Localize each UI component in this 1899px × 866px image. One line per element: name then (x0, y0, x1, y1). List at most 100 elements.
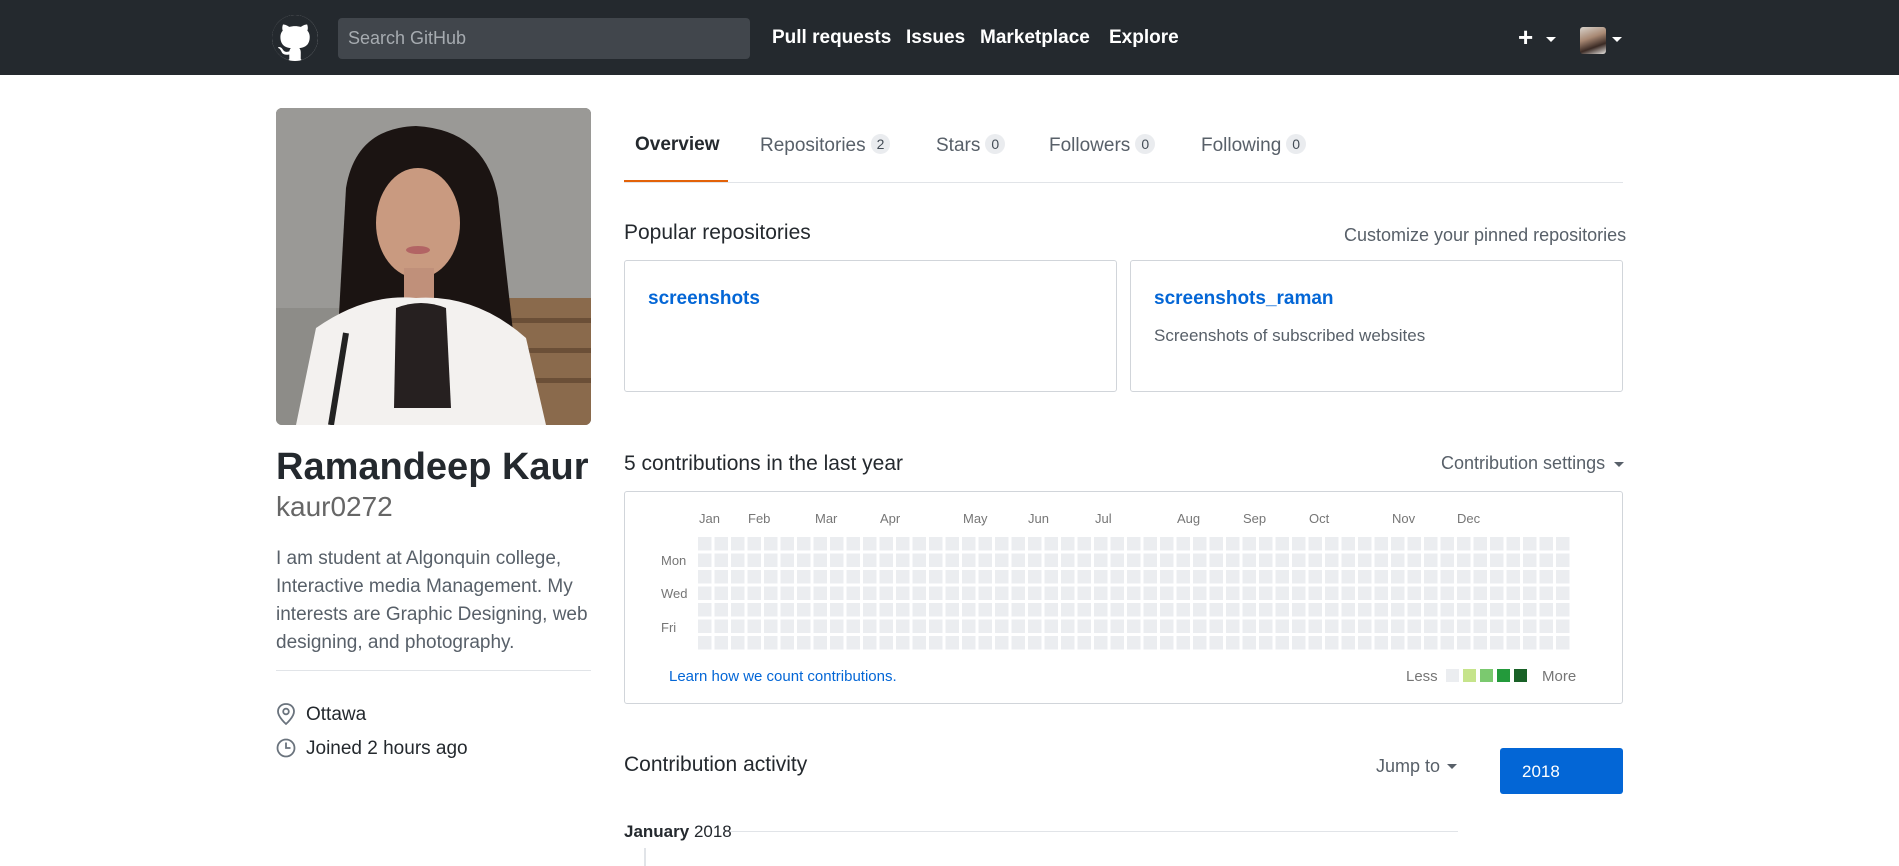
contribution-day-cell[interactable] (1094, 619, 1108, 634)
contribution-day-cell[interactable] (978, 603, 993, 617)
contribution-day-cell[interactable] (747, 553, 762, 568)
contribution-day-cell[interactable] (1193, 553, 1207, 568)
contribution-day-cell[interactable] (1341, 537, 1356, 551)
contribution-day-cell[interactable] (1110, 553, 1125, 568)
contribution-day-cell[interactable] (797, 619, 811, 634)
contribution-day-cell[interactable] (1506, 537, 1521, 551)
contribution-day-cell[interactable] (1275, 603, 1290, 617)
contribution-day-cell[interactable] (731, 537, 745, 551)
contribution-day-cell[interactable] (945, 636, 960, 650)
contribution-day-cell[interactable] (945, 553, 960, 568)
contribution-day-cell[interactable] (698, 537, 712, 551)
contribution-day-cell[interactable] (1506, 553, 1521, 568)
contribution-day-cell[interactable] (1077, 586, 1092, 601)
contribution-day-cell[interactable] (1391, 619, 1405, 634)
contribution-day-cell[interactable] (1193, 619, 1207, 634)
contribution-day-cell[interactable] (1242, 553, 1257, 568)
contribution-day-cell[interactable] (1391, 636, 1405, 650)
contribution-day-cell[interactable] (1259, 553, 1273, 568)
contribution-day-cell[interactable] (1209, 636, 1224, 650)
contribution-day-cell[interactable] (714, 537, 729, 551)
repo-link-screenshots-raman[interactable]: screenshots_raman (1154, 288, 1334, 310)
contribution-day-cell[interactable] (1143, 603, 1158, 617)
contribution-day-cell[interactable] (846, 636, 861, 650)
contribution-day-cell[interactable] (1308, 537, 1323, 551)
contribution-day-cell[interactable] (1094, 553, 1108, 568)
contribution-day-cell[interactable] (1061, 586, 1075, 601)
contribution-day-cell[interactable] (830, 636, 844, 650)
contribution-day-cell[interactable] (1160, 619, 1174, 634)
contribution-day-cell[interactable] (1259, 570, 1273, 584)
contribution-day-cell[interactable] (1358, 636, 1372, 650)
contribution-day-cell[interactable] (846, 553, 861, 568)
tab-followers[interactable]: Followers 0 (1049, 134, 1156, 157)
contribution-day-cell[interactable] (747, 537, 762, 551)
contribution-day-cell[interactable] (1061, 603, 1075, 617)
contribution-day-cell[interactable] (1506, 570, 1521, 584)
contribution-day-cell[interactable] (995, 537, 1009, 551)
contribution-day-cell[interactable] (1226, 586, 1240, 601)
contribution-day-cell[interactable] (1374, 553, 1389, 568)
contribution-day-cell[interactable] (1292, 636, 1306, 650)
contribution-day-cell[interactable] (1127, 619, 1141, 634)
contribution-day-cell[interactable] (1292, 553, 1306, 568)
contribution-day-cell[interactable] (1490, 603, 1504, 617)
contribution-day-cell[interactable] (945, 603, 960, 617)
contribution-day-cell[interactable] (1506, 586, 1521, 601)
contribution-day-cell[interactable] (1424, 619, 1438, 634)
contribution-day-cell[interactable] (962, 586, 976, 601)
contribution-day-cell[interactable] (929, 570, 943, 584)
contribution-day-cell[interactable] (912, 570, 927, 584)
contribution-day-cell[interactable] (879, 553, 894, 568)
contribution-day-cell[interactable] (813, 570, 828, 584)
contribution-day-cell[interactable] (731, 636, 745, 650)
contribution-day-cell[interactable] (1424, 636, 1438, 650)
contribution-day-cell[interactable] (929, 553, 943, 568)
contribution-day-cell[interactable] (912, 553, 927, 568)
contribution-day-cell[interactable] (912, 619, 927, 634)
contribution-day-cell[interactable] (1143, 619, 1158, 634)
contribution-day-cell[interactable] (929, 603, 943, 617)
contribution-day-cell[interactable] (929, 537, 943, 551)
contribution-day-cell[interactable] (1226, 537, 1240, 551)
learn-contributions-link[interactable]: Learn how we count contributions. (669, 668, 897, 685)
contribution-day-cell[interactable] (1275, 553, 1290, 568)
contribution-day-cell[interactable] (1358, 570, 1372, 584)
contribution-day-cell[interactable] (764, 619, 778, 634)
contribution-day-cell[interactable] (1523, 603, 1537, 617)
contribution-day-cell[interactable] (747, 570, 762, 584)
nav-issues[interactable]: Issues (906, 27, 965, 49)
contribution-day-cell[interactable] (1160, 537, 1174, 551)
contribution-day-cell[interactable] (846, 619, 861, 634)
contribution-day-cell[interactable] (1226, 553, 1240, 568)
contribution-day-cell[interactable] (1523, 553, 1537, 568)
contribution-day-cell[interactable] (1127, 603, 1141, 617)
contribution-day-cell[interactable] (1473, 619, 1488, 634)
nav-pull-requests[interactable]: Pull requests (772, 27, 891, 49)
contribution-day-cell[interactable] (1440, 537, 1455, 551)
contribution-day-cell[interactable] (1374, 603, 1389, 617)
contribution-day-cell[interactable] (1160, 570, 1174, 584)
tab-overview[interactable]: Overview (635, 134, 720, 156)
contribution-day-cell[interactable] (962, 537, 976, 551)
contribution-day-cell[interactable] (1176, 553, 1191, 568)
contribution-day-cell[interactable] (797, 553, 811, 568)
contribution-day-cell[interactable] (1358, 619, 1372, 634)
contribution-day-cell[interactable] (830, 619, 844, 634)
contribution-day-cell[interactable] (1308, 603, 1323, 617)
contribution-day-cell[interactable] (1490, 586, 1504, 601)
contribution-day-cell[interactable] (1275, 619, 1290, 634)
contribution-day-cell[interactable] (797, 586, 811, 601)
contribution-day-cell[interactable] (1226, 570, 1240, 584)
contribution-day-cell[interactable] (1473, 553, 1488, 568)
contribution-day-cell[interactable] (1077, 603, 1092, 617)
contribution-day-cell[interactable] (1341, 553, 1356, 568)
contribution-day-cell[interactable] (797, 537, 811, 551)
contribution-day-cell[interactable] (714, 603, 729, 617)
contribution-day-cell[interactable] (1473, 603, 1488, 617)
contribution-day-cell[interactable] (929, 636, 943, 650)
contribution-day-cell[interactable] (1473, 636, 1488, 650)
contribution-day-cell[interactable] (1044, 570, 1059, 584)
contribution-day-cell[interactable] (1209, 603, 1224, 617)
contribution-day-cell[interactable] (731, 586, 745, 601)
